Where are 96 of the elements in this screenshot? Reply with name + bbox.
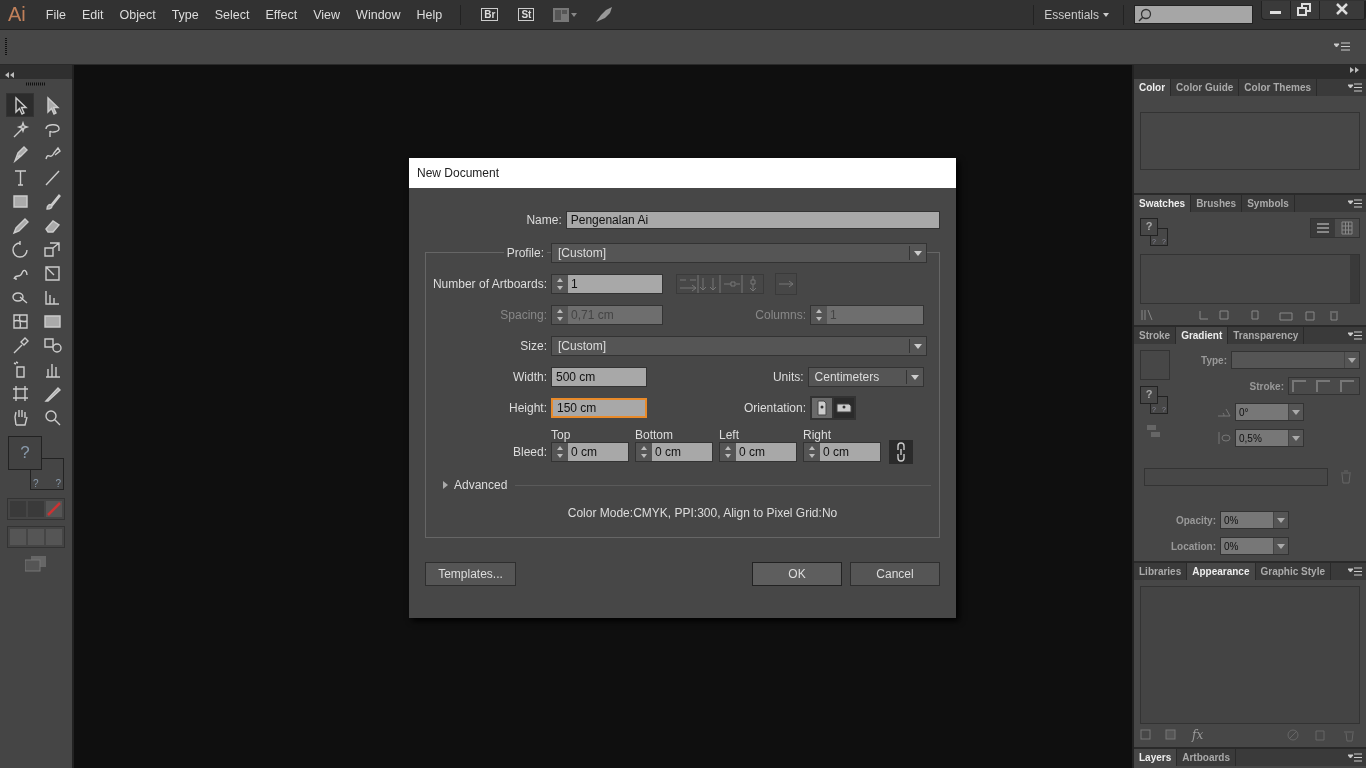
- menu-item[interactable]: Edit: [73, 7, 112, 22]
- document-summary: Color Mode:CMYK, PPI:300, Align to Pixel Grid:No: [566, 506, 839, 520]
- panel-tab[interactable]: Gradient: [1176, 327, 1229, 344]
- workspace-switcher[interactable]: Essentials: [1044, 7, 1113, 22]
- panel-tab[interactable]: Layers: [1134, 749, 1178, 766]
- bleed-side-label: Top: [551, 428, 572, 442]
- height-field[interactable]: 150 cm: [551, 398, 647, 418]
- field-label: Profile:: [426, 246, 551, 260]
- panel-menu-icon[interactable]: [1348, 567, 1362, 576]
- bleed-side-label: Left: [719, 428, 740, 442]
- field-label: Bleed:: [511, 445, 548, 461]
- bleed-side-label: Right: [803, 428, 832, 442]
- collapse-icon[interactable]: [4, 72, 14, 78]
- dialog-title: New Document: [409, 158, 956, 188]
- rocket-icon[interactable]: [594, 5, 615, 24]
- dropdown-arrow-icon[interactable]: [1273, 538, 1288, 554]
- artboards-spinner[interactable]: 1: [551, 274, 663, 294]
- field-label: Width:: [512, 370, 548, 384]
- field-label: Name:: [525, 213, 563, 227]
- search-field[interactable]: [1134, 5, 1253, 24]
- fill-swatch[interactable]: ?: [1140, 218, 1158, 236]
- panel-tab[interactable]: Artboards: [1177, 749, 1237, 766]
- app-logo[interactable]: Ai: [8, 3, 26, 26]
- angle-icon: [1217, 407, 1231, 417]
- menu-item[interactable]: Object: [111, 7, 164, 22]
- dropdown-arrow-icon[interactable]: [1273, 512, 1288, 528]
- location-field[interactable]: 0%: [1220, 537, 1289, 555]
- panel-tab[interactable]: Brushes: [1191, 195, 1243, 212]
- panel-menu-icon[interactable]: [1348, 199, 1362, 208]
- menu-item[interactable]: File: [37, 7, 74, 22]
- dialog-button[interactable]: Templates...: [425, 562, 516, 586]
- aspect-ratio-icon: [1217, 431, 1231, 445]
- arrange-documents-icon[interactable]: [552, 6, 579, 23]
- panel-tab[interactable]: Graphic Style: [1255, 563, 1331, 580]
- bleed-side-label: Bottom: [635, 428, 674, 442]
- panel-tab[interactable]: Color Guide: [1171, 79, 1240, 96]
- bleed-spinner[interactable]: 0 cm: [803, 442, 881, 462]
- panel-tab[interactable]: Swatches: [1134, 195, 1192, 212]
- field-label: Size:: [519, 339, 548, 353]
- stock-button[interactable]: St: [518, 8, 535, 21]
- panel-tab[interactable]: Symbols: [1242, 195, 1295, 212]
- dropdown-arrow-icon[interactable]: [1288, 430, 1303, 446]
- width-field[interactable]: 500 cm: [551, 367, 647, 387]
- size-dropdown[interactable]: [Custom]: [551, 336, 927, 356]
- selection-tool-icon[interactable]: [7, 94, 33, 116]
- field-label: Spacing:: [499, 308, 548, 322]
- menu-item[interactable]: Effect: [257, 7, 306, 22]
- name-field[interactable]: Pengenalan Ai: [565, 211, 940, 229]
- panel-tab[interactable]: Appearance: [1187, 563, 1256, 580]
- aspect-ratio-field[interactable]: 0,5%: [1235, 429, 1304, 447]
- menu-item[interactable]: Window: [348, 7, 409, 22]
- field-label: Stroke:: [1249, 380, 1284, 392]
- menu-item[interactable]: Select: [206, 7, 258, 22]
- dropdown-arrow-icon[interactable]: [1344, 352, 1359, 368]
- menu-item[interactable]: Type: [163, 7, 207, 22]
- advanced-toggle[interactable]: Advanced: [440, 478, 508, 492]
- units-dropdown[interactable]: Centimeters: [807, 367, 924, 387]
- field-label: Type:: [1201, 354, 1227, 366]
- bridge-button[interactable]: Br: [481, 8, 499, 21]
- dropdown-arrow-icon[interactable]: [1288, 404, 1303, 420]
- field-label: Height:: [507, 401, 548, 415]
- bleed-spinner[interactable]: 0 cm: [719, 442, 797, 462]
- field-label: Number of Artboards:: [431, 277, 548, 291]
- grip-icon: [5, 38, 9, 56]
- link-icon[interactable]: [889, 440, 913, 464]
- panel-tab[interactable]: Color Themes: [1239, 79, 1318, 96]
- panel-menu-icon[interactable]: [1334, 42, 1350, 52]
- stroke-gradient-icon[interactable]: [1288, 377, 1360, 395]
- profile-dropdown[interactable]: [Custom]: [551, 243, 927, 263]
- panel-tab[interactable]: Transparency: [1228, 327, 1305, 344]
- grip-icon: [26, 82, 46, 86]
- list-view-icon[interactable]: [1311, 219, 1335, 237]
- dialog-button[interactable]: Cancel: [850, 562, 940, 586]
- menu-item[interactable]: Help: [408, 7, 451, 22]
- search-icon: [1138, 7, 1152, 22]
- panel-menu-icon[interactable]: [1348, 753, 1362, 762]
- dialog-button[interactable]: OK: [752, 562, 842, 586]
- field-label: Orientation:: [742, 401, 807, 415]
- panel-menu-icon[interactable]: [1348, 331, 1362, 340]
- effects-button[interactable]: fx: [1192, 728, 1204, 742]
- panel-tab[interactable]: Color: [1134, 79, 1172, 96]
- bleed-spinner[interactable]: 0 cm: [551, 442, 629, 462]
- fill-swatch[interactable]: ?: [1140, 386, 1158, 404]
- bleed-spinner[interactable]: 0 cm: [635, 442, 713, 462]
- field-label: Opacity:: [1175, 514, 1216, 526]
- field-label: Location:: [1170, 540, 1216, 552]
- landscape-orientation-icon[interactable]: [833, 397, 855, 419]
- field-label: Units:: [771, 370, 805, 384]
- portrait-orientation-icon[interactable]: [811, 397, 833, 419]
- menu-item[interactable]: View: [305, 7, 349, 22]
- opacity-field[interactable]: 0%: [1220, 511, 1289, 529]
- fill-swatch[interactable]: ?: [8, 436, 42, 470]
- field-label: Columns:: [754, 308, 807, 322]
- panel-menu-icon[interactable]: [1348, 83, 1362, 92]
- collapse-icon[interactable]: [1350, 67, 1360, 73]
- angle-field[interactable]: 0°: [1235, 403, 1304, 421]
